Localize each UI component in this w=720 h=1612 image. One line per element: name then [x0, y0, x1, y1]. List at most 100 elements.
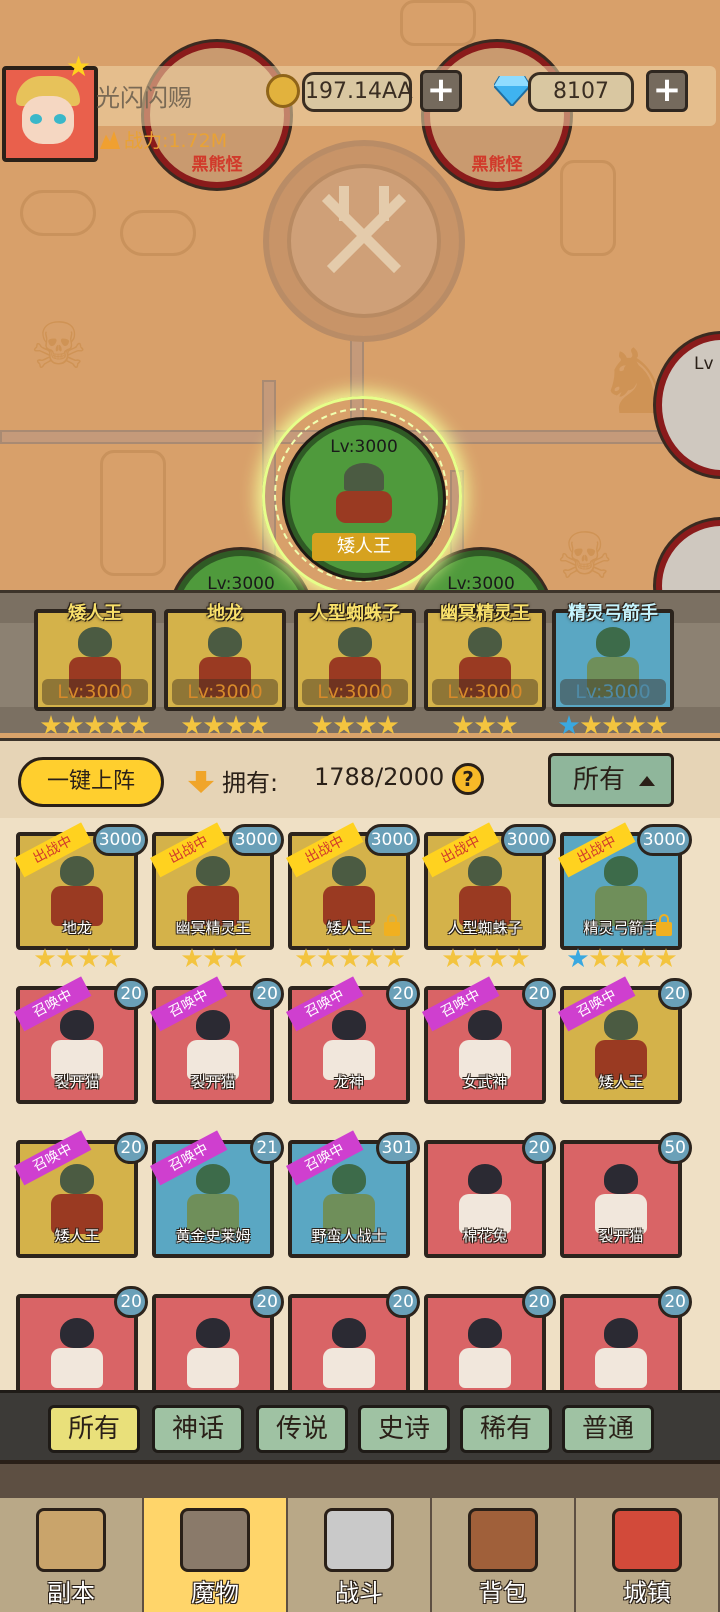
star-icon [464, 948, 486, 968]
monster-card[interactable]: 20 [560, 1286, 692, 1392]
lineup-slot[interactable]: 幽冥精灵王 Lv:3000 [424, 601, 546, 711]
monster-card[interactable]: 幽冥精灵王 出战中 3000 [150, 822, 284, 950]
monster-count-badge: 20 [114, 1132, 148, 1164]
player-top-bar: ★ 光闪闪赐 战力:1.72M 197.14AA + 8107 + [0, 50, 720, 162]
monster-count-badge: 20 [522, 1132, 556, 1164]
bottom-navigation: 副本 魔物 战斗 背包 城镇 [0, 1460, 720, 1612]
lineup-slot[interactable]: 人型蜘蛛子 Lv:3000 [294, 601, 416, 711]
hero-name: 矮人王 [312, 533, 416, 561]
diamond-icon [494, 76, 530, 106]
portrait-body [51, 1348, 103, 1388]
monster-card[interactable]: 龙神 召唤中 20 [286, 976, 420, 1104]
lineup-monster-name: 地龙 [207, 603, 243, 624]
monster-card[interactable]: 20 [288, 1286, 420, 1392]
rarity-filter-bar: 所有 神话 传说 史诗 稀有 普通 [0, 1390, 720, 1463]
star-rating [12, 948, 144, 972]
lock-icon [384, 914, 400, 936]
lineup-slot[interactable]: 精灵弓箭手 Lv:3000 [552, 601, 674, 711]
nav-tab[interactable]: 背包 [432, 1498, 574, 1612]
star-icon [225, 715, 247, 735]
monster-portrait [186, 1164, 240, 1234]
map-node-level: Lv [694, 354, 714, 374]
monster-count-badge: 20 [114, 978, 148, 1010]
star-icon [589, 948, 611, 968]
monster-count-badge: 3000 [500, 824, 556, 856]
triangle-up-icon [639, 776, 655, 786]
help-icon[interactable]: ? [452, 763, 484, 795]
nav-label: 战斗 [335, 1579, 383, 1607]
monster-portrait [50, 1010, 104, 1080]
collection-toolbar: 一键上阵 拥有: 1788/2000 ? 所有 [0, 738, 720, 821]
portrait-head [196, 856, 230, 886]
monster-name: 裂开猫 [54, 1073, 100, 1091]
star-icon [40, 715, 62, 735]
monster-count-badge: 20 [658, 978, 692, 1010]
filter-dropdown[interactable]: 所有 [548, 753, 674, 807]
monster-card[interactable]: 矮人王 出战中 3000 [286, 822, 420, 950]
nav-tab[interactable]: 城镇 [576, 1498, 718, 1612]
rarity-tab[interactable]: 普通 [562, 1405, 654, 1453]
monster-card[interactable]: 20 [152, 1286, 284, 1392]
star-icon [580, 715, 602, 735]
monster-card[interactable]: 人型蜘蛛子 出战中 3000 [422, 822, 556, 950]
star-rating [294, 715, 416, 739]
star-icon [602, 715, 624, 735]
lineup-slot[interactable]: 地龙 Lv:3000 [164, 601, 286, 711]
star-icon [317, 948, 339, 968]
rarity-tab[interactable]: 史诗 [358, 1405, 450, 1453]
portrait-head [60, 1318, 94, 1348]
add-gold-button[interactable]: + [420, 70, 462, 112]
map-node-hero[interactable]: Lv:3000 矮人王 [285, 420, 443, 578]
rarity-tab[interactable]: 所有 [48, 1405, 140, 1453]
star-icon [106, 715, 128, 735]
down-arrow-icon [188, 771, 214, 793]
monster-card[interactable]: 裂开猫 召唤中 20 [14, 976, 148, 1104]
monster-count-badge: 20 [522, 978, 556, 1010]
portrait-head [468, 856, 502, 886]
monster-name: 矮人王 [54, 1227, 100, 1245]
star-icon [624, 715, 646, 735]
monster-card[interactable]: 精灵弓箭手 出战中 3000 [558, 822, 692, 950]
monster-card[interactable]: 裂开猫 召唤中 20 [150, 976, 284, 1104]
nav-tab[interactable]: 副本 [0, 1498, 142, 1612]
nav-label: 魔物 [191, 1579, 239, 1607]
monster-portrait [458, 856, 512, 926]
star-icon [558, 715, 580, 735]
auto-deploy-button[interactable]: 一键上阵 [18, 757, 164, 807]
monster-card[interactable]: 野蛮人战士 召唤中 301 [286, 1130, 420, 1258]
monster-count-badge: 3000 [636, 824, 692, 856]
star-icon [181, 948, 203, 968]
star-rating [552, 715, 674, 739]
rarity-tab[interactable]: 神话 [152, 1405, 244, 1453]
monster-card[interactable]: 矮人王 召唤中 20 [558, 976, 692, 1104]
lineup-slot[interactable]: 矮人王 Lv:3000 [34, 601, 156, 711]
rarity-tab[interactable]: 稀有 [460, 1405, 552, 1453]
monster-card[interactable]: 黄金史莱姆 召唤中 21 [150, 1130, 284, 1258]
portrait-head [208, 627, 242, 657]
nav-tab[interactable]: 战斗 [288, 1498, 430, 1612]
monster-portrait [594, 1318, 648, 1388]
portrait-head [60, 856, 94, 886]
monster-count-badge: 20 [114, 1286, 148, 1318]
monster-portrait [322, 1318, 376, 1388]
star-icon [355, 715, 377, 735]
monster-card[interactable]: 裂开猫 50 [560, 1132, 692, 1258]
monster-card[interactable]: 矮人王 召唤中 20 [14, 1130, 148, 1258]
star-icon [339, 948, 361, 968]
star-icon [567, 948, 589, 968]
monster-card[interactable]: 20 [424, 1286, 556, 1392]
monster-card[interactable]: 女武神 召唤中 20 [422, 976, 556, 1104]
rarity-tab[interactable]: 传说 [256, 1405, 348, 1453]
monster-card[interactable]: 棉花兔 20 [424, 1132, 556, 1258]
monster-portrait [186, 1010, 240, 1080]
monster-collection-grid[interactable]: 地龙 出战中 3000 幽冥精灵王 出战中 3000 矮人王 出战中 3000 人型蜘蛛子 出战中 3… [0, 818, 720, 1392]
monster-card[interactable]: 20 [16, 1286, 148, 1392]
nav-tab[interactable]: 魔物 [144, 1498, 286, 1612]
add-gems-button[interactable]: + [646, 70, 688, 112]
monster-count-badge: 3000 [228, 824, 284, 856]
avatar-eye [54, 114, 66, 124]
star-icon [181, 715, 203, 735]
monster-card[interactable]: 地龙 出战中 3000 [14, 822, 148, 950]
monster-count-badge: 20 [250, 978, 284, 1010]
monster-count-badge: 20 [522, 1286, 556, 1318]
